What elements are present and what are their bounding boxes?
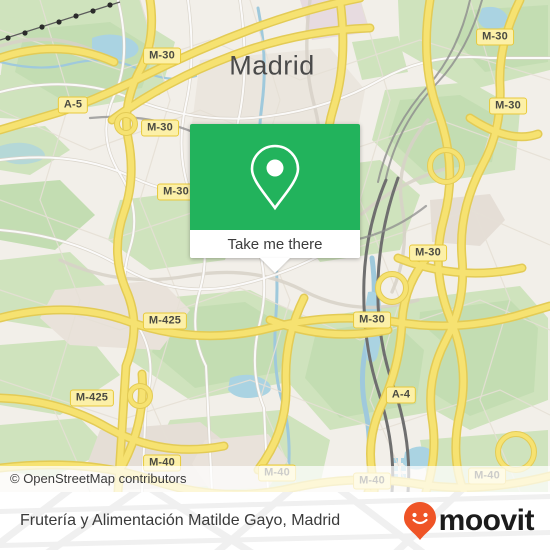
road-shield: M-30 — [143, 47, 181, 65]
road-shield: A-4 — [385, 386, 417, 404]
road-shield: M-30 — [476, 28, 514, 46]
moovit-map-screenshot: .park{fill:#cfe3bd;} .parkdk{fill:#c3ddb… — [0, 0, 550, 550]
popup-icon-area — [190, 124, 360, 230]
osm-attribution: © OpenStreetMap contributors — [10, 471, 187, 486]
take-me-there-button[interactable]: Take me there — [190, 230, 360, 258]
road-shield: M-425 — [142, 312, 188, 330]
moovit-smiley-pin-icon — [403, 502, 436, 540]
road-shield: M-30 — [353, 311, 391, 329]
place-title: Frutería y Alimentación Matilde Gayo, Ma… — [20, 512, 341, 529]
location-popup-card[interactable]: Take me there — [190, 124, 360, 273]
map-city-label: Madrid — [229, 50, 315, 81]
road-shield: M-30 — [489, 97, 527, 115]
moovit-logo[interactable]: moovit — [403, 501, 535, 541]
footer-bar: Frutería y Alimentación Matilde Gayo, Ma… — [0, 492, 550, 550]
moovit-wordmark: moovit — [438, 504, 535, 537]
map-pin-icon — [250, 144, 300, 211]
take-me-there-label: Take me there — [227, 235, 323, 253]
map-canvas[interactable]: .park{fill:#cfe3bd;} .parkdk{fill:#c3ddb… — [0, 0, 550, 492]
road-shield: M-425 — [69, 389, 115, 407]
popup-pointer-tail — [260, 258, 290, 273]
road-shield: M-30 — [409, 244, 447, 262]
road-shield: M-30 — [141, 119, 179, 137]
road-shield: A-5 — [57, 96, 89, 114]
